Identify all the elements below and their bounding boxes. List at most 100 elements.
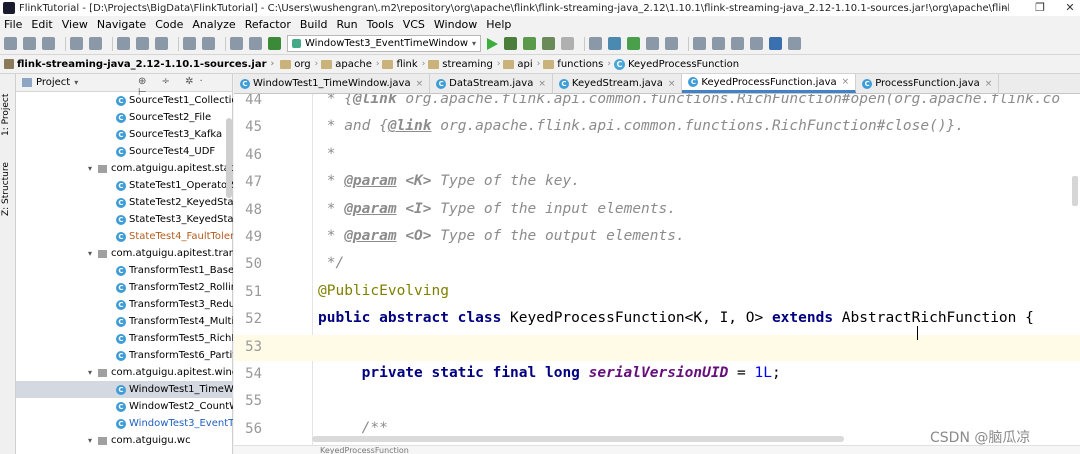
chevron-down-icon[interactable]: ▾: [88, 164, 98, 173]
code-line[interactable]: * @param <O> Type of the output elements…: [318, 228, 685, 244]
tree-class-item[interactable]: C SourceTest2_File: [16, 109, 233, 126]
help-icon[interactable]: [769, 37, 783, 50]
save-icon[interactable]: [23, 37, 36, 50]
tree-package-item[interactable]: ▾ com.atguigu.wc: [16, 432, 233, 449]
tree-class-item[interactable]: CWindowTest1_TimeWindow: [16, 381, 233, 398]
code-line[interactable]: public abstract class KeyedProcessFuncti…: [318, 310, 1034, 326]
project-tool-tab[interactable]: 1: Project: [1, 82, 15, 148]
run-configuration-select[interactable]: WindowTest3_EventTimeWindow ▾: [287, 35, 482, 52]
structure-tool-tab[interactable]: Z: Structure: [1, 154, 15, 224]
nav-back-icon[interactable]: [230, 37, 243, 50]
tree-class-item[interactable]: C SourceTest1_Collection: [16, 92, 233, 109]
editor-tab[interactable]: C KeyedStream.java ×: [553, 74, 683, 93]
menu-vcs[interactable]: VCS: [403, 18, 425, 31]
chevron-down-icon[interactable]: ▾: [88, 368, 98, 377]
breadcrumb-functions[interactable]: functions ›: [543, 59, 611, 70]
code-line[interactable]: private static final long serialVersionU…: [318, 365, 781, 381]
chevron-down-icon[interactable]: ▾: [88, 249, 98, 258]
cut-icon[interactable]: [117, 37, 130, 50]
breadcrumb-streaming[interactable]: streaming ›: [428, 59, 500, 70]
editor-tab[interactable]: C KeyedProcessFunction.java ×: [682, 74, 857, 93]
debug-icon[interactable]: [504, 37, 518, 50]
tree-class-item[interactable]: CTransformTest6_Partition: [16, 347, 233, 364]
editor-tab[interactable]: C WindowTest1_TimeWindow.java ×: [234, 74, 431, 93]
close-tab-icon[interactable]: ×: [668, 79, 676, 89]
menu-view[interactable]: View: [62, 18, 88, 31]
menu-navigate[interactable]: Navigate: [97, 18, 146, 31]
breadcrumb-org[interactable]: org ›: [280, 59, 318, 70]
project-panel-title[interactable]: Project: [36, 77, 70, 88]
close-tab-icon[interactable]: ×: [416, 79, 424, 89]
breadcrumb-root[interactable]: flink-streaming-java_2.12-1.10.1-sources…: [4, 59, 274, 70]
restore-button[interactable]: ❐: [1025, 0, 1055, 16]
settings-icon[interactable]: [731, 37, 745, 50]
vcs-update-icon[interactable]: [608, 37, 622, 50]
tree-class-item[interactable]: CTransformTest5_RichFunction: [16, 330, 233, 347]
code-line[interactable]: * and {@link org.apache.flink.api.common…: [318, 118, 964, 134]
menu-analyze[interactable]: Analyze: [192, 18, 235, 31]
menu-file[interactable]: File: [4, 18, 22, 31]
code-line[interactable]: *: [318, 146, 336, 162]
menu-tools[interactable]: Tools: [367, 18, 394, 31]
tree-class-item[interactable]: C StateTest3_KeyedState: [16, 211, 233, 228]
editor-horizontal-scrollbar[interactable]: [312, 436, 844, 442]
editor-tab[interactable]: C ProcessFunction.java ×: [856, 74, 1000, 93]
project-structure-icon[interactable]: [712, 37, 726, 50]
menu-build[interactable]: Build: [300, 18, 328, 31]
menu-edit[interactable]: Edit: [31, 18, 52, 31]
breadcrumb-flink[interactable]: flink ›: [382, 59, 425, 70]
coverage-icon[interactable]: [523, 37, 537, 50]
breadcrumb-keyedprocessfunction[interactable]: C KeyedProcessFunction: [613, 58, 739, 70]
code-line[interactable]: * {@link org.apache.flink.api.common.fun…: [318, 94, 1060, 107]
tree-class-item[interactable]: C SourceTest3_Kafka: [16, 126, 233, 143]
stop-icon[interactable]: [561, 37, 575, 50]
code-line[interactable]: @PublicEvolving: [318, 283, 449, 299]
back-icon[interactable]: [70, 37, 83, 50]
paste-icon[interactable]: [155, 37, 168, 50]
code-editor[interactable]: 44 * {@link org.apache.flink.api.common.…: [234, 94, 1080, 454]
profile-icon[interactable]: [542, 37, 556, 50]
code-line[interactable]: * @param <I> Type of the input elements.: [318, 201, 676, 217]
editor-error-stripe[interactable]: [1072, 176, 1078, 206]
tree-package-item[interactable]: ▾ com.atguigu.apitest.state: [16, 160, 233, 177]
tree-class-item[interactable]: CTransformTest3_Reduce: [16, 296, 233, 313]
project-scrollbar[interactable]: [226, 118, 232, 198]
revert-icon[interactable]: [693, 37, 707, 50]
editor-tab[interactable]: C DataStream.java ×: [430, 74, 553, 93]
menu-refactor[interactable]: Refactor: [245, 18, 291, 31]
chevron-down-icon[interactable]: ▾: [88, 436, 98, 445]
tree-class-item[interactable]: C StateTest2_KeyedState: [16, 194, 233, 211]
tree-class-item[interactable]: CTransformTest4_MultipleStreams: [16, 313, 233, 330]
tree-package-item[interactable]: ▾ com.atguigu.apitest.transform: [16, 245, 233, 262]
tree-class-item[interactable]: CTransformTest2_RollingAggregation: [16, 279, 233, 296]
minimize-button[interactable]: –: [990, 0, 1020, 16]
build-icon[interactable]: [268, 37, 281, 50]
code-line[interactable]: * @param <K> Type of the key.: [318, 173, 580, 189]
tree-class-item[interactable]: C SourceTest4_UDF: [16, 143, 233, 160]
vcs-history-icon[interactable]: [665, 37, 679, 50]
tree-class-item[interactable]: CStateTest1_OperatorState: [16, 177, 233, 194]
close-button[interactable]: ✕: [1055, 0, 1080, 16]
nav-forward-icon[interactable]: [249, 37, 262, 50]
vcs-compare-icon[interactable]: [646, 37, 660, 50]
copy-icon[interactable]: [136, 37, 149, 50]
sdk-icon[interactable]: [750, 37, 764, 50]
run-icon[interactable]: [487, 37, 499, 50]
menu-run[interactable]: Run: [337, 18, 358, 31]
breadcrumb-api[interactable]: api ›: [503, 59, 540, 70]
sync-icon[interactable]: [42, 37, 55, 50]
plugin-icon[interactable]: [788, 37, 802, 50]
find-icon[interactable]: [183, 37, 196, 50]
vcs-commit-icon[interactable]: [627, 37, 641, 50]
breadcrumb-apache[interactable]: apache ›: [321, 59, 379, 70]
tree-class-item[interactable]: C TransformTest1_Base: [16, 262, 233, 279]
tree-class-item[interactable]: CWindowTest3_EventTimeWindow: [16, 415, 233, 432]
tree-class-item[interactable]: CStateTest4_FaultTolerance: [16, 228, 233, 245]
menu-help[interactable]: Help: [486, 18, 511, 31]
tree-package-item[interactable]: ▾ com.atguigu.apitest.window: [16, 364, 233, 381]
chevron-down-icon[interactable]: ▾: [74, 78, 78, 87]
close-tab-icon[interactable]: ×: [842, 77, 850, 87]
open-icon[interactable]: [4, 37, 17, 50]
menu-code[interactable]: Code: [155, 18, 183, 31]
code-line[interactable]: /**: [318, 420, 388, 436]
